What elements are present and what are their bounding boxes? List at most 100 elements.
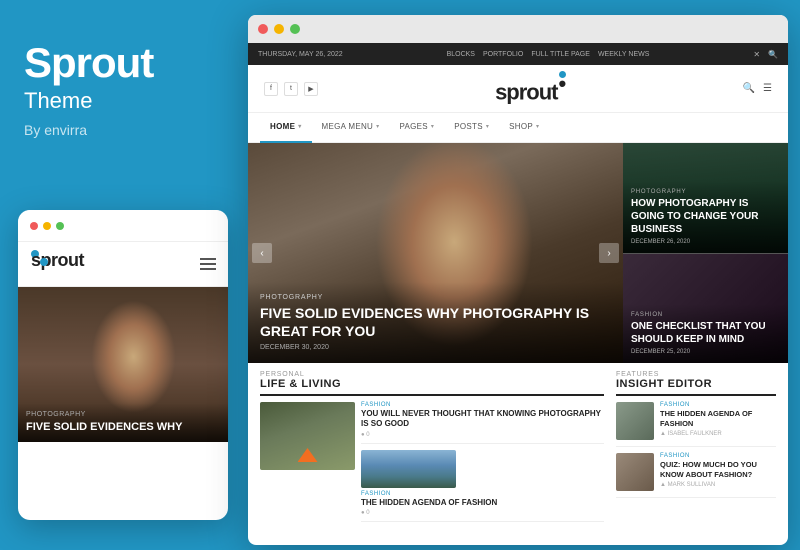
hamburger-icon[interactable] (200, 258, 216, 270)
topbar-nav-blocks[interactable]: BLOCKS (447, 51, 475, 58)
header-menu-icon[interactable]: ☰ (763, 83, 772, 94)
topbar-nav-weekly[interactable]: WEEKLY NEWS (598, 51, 649, 58)
mobile-dot-yellow (43, 222, 51, 230)
nav-item-shop[interactable]: SHOP ▾ (499, 113, 549, 143)
life-living-title: LIFE & LIVING (260, 378, 604, 396)
hero-side-date-2: DECEMBER 25, 2020 (631, 349, 780, 355)
ll-image-campfire (260, 402, 355, 470)
mobile-hero-title: FIVE SOLID EVIDENCES WHY (26, 420, 220, 434)
mobile-logo-dot (40, 258, 48, 266)
hero-side-card-2: FASHION ONE CHECKLIST THAT YOU SHOULD KE… (623, 254, 788, 364)
site-topbar: THURSDAY, MAY 26, 2022 BLOCKS PORTFOLIO … (248, 43, 788, 65)
ll-cat-2: FASHION (361, 491, 604, 497)
youtube-icon[interactable]: ▶ (304, 82, 318, 96)
hero-side-overlay-1: PHOTOGRAPHY HOW PHOTOGRAPHY IS GOING TO … (623, 181, 788, 253)
logo-dot: • (559, 71, 566, 78)
ll-articles: FASHION YOU WILL NEVER THOUGHT THAT KNOW… (361, 402, 604, 522)
brand-title: Sprout (24, 40, 224, 86)
hero-main-overlay: PHOTOGRAPHY FIVE SOLID EVIDENCES WHY PHO… (248, 282, 623, 363)
header-search-icon[interactable]: 🔍 (743, 83, 755, 94)
hero-main-category: PHOTOGRAPHY (260, 294, 611, 301)
nav-arrow-shop: ▾ (536, 123, 539, 130)
hero-main-date: DECEMBER 30, 2020 (260, 344, 611, 351)
window-titlebar (248, 15, 788, 43)
life-living-label: PERSONAL (260, 371, 604, 378)
nav-item-megamenu[interactable]: MEGA MENU ▾ (312, 113, 390, 143)
insight-cat-1: FASHION (660, 402, 776, 408)
nav-item-home[interactable]: HOME ▾ (260, 113, 312, 143)
topbar-nav-fulltitle[interactable]: FULL TITLE PAGE (531, 51, 590, 58)
mobile-hero-image: PHOTOGRAPHY FIVE SOLID EVIDENCES WHY (18, 287, 228, 442)
life-living-cards: FASHION YOU WILL NEVER THOUGHT THAT KNOW… (260, 402, 604, 522)
insight-articles: FASHION THE HIDDEN AGENDA OF FASHION ▲ I… (616, 402, 776, 498)
titlebar-dot-green[interactable] (290, 24, 300, 34)
social-icons: f t ▶ (264, 82, 318, 96)
hero-side-cat-2: FASHION (631, 312, 780, 318)
brand-by: By envirra (24, 122, 224, 138)
ll-title-2[interactable]: THE HIDDEN AGENDA OF FASHION (361, 498, 604, 508)
nav-item-pages[interactable]: PAGES ▾ (389, 113, 444, 143)
titlebar-dot-red[interactable] (258, 24, 268, 34)
insight-img-1 (616, 402, 654, 440)
nav-arrow-posts: ▾ (486, 123, 489, 130)
insight-author-1: ▲ ISABEL FAULKNER (660, 431, 776, 437)
header-right-icons: 🔍 ☰ (743, 83, 772, 94)
insight-article-title-2[interactable]: QUIZ: HOW MUCH DO YOU KNOW ABOUT FASHION… (660, 460, 776, 480)
nav-arrow-home: ▾ (298, 123, 301, 130)
life-living-section: PERSONAL LIFE & LIVING FASHION YOU WILL … (260, 371, 604, 522)
ll-cat-1: FASHION (361, 402, 604, 408)
mobile-dot-red (30, 222, 38, 230)
topbar-nav-portfolio[interactable]: PORTFOLIO (483, 51, 523, 58)
insight-article-title-1[interactable]: THE HIDDEN AGENDA OF FASHION (660, 409, 776, 429)
site-nav: HOME ▾ MEGA MENU ▾ PAGES ▾ POSTS ▾ SHOP … (248, 113, 788, 143)
mobile-hero-overlay: PHOTOGRAPHY FIVE SOLID EVIDENCES WHY (18, 403, 228, 442)
nav-arrow-pages: ▾ (431, 123, 434, 130)
mobile-topbar (18, 210, 228, 242)
insight-editor-section: FEATURES INSIGHT EDITOR FASHION THE HIDD… (616, 371, 776, 522)
ll-meta-1: ● 0 (361, 432, 604, 438)
mobile-hero-category: PHOTOGRAPHY (26, 411, 220, 418)
nav-item-posts[interactable]: POSTS ▾ (444, 113, 499, 143)
mobile-dot-green (56, 222, 64, 230)
topbar-icon-search[interactable]: 🔍 (768, 50, 778, 59)
mobile-header: sprout (18, 242, 228, 287)
hero-next-button[interactable]: › (599, 243, 619, 263)
topbar-date: THURSDAY, MAY 26, 2022 (258, 51, 343, 58)
mobile-logo: sprout (30, 250, 48, 278)
insight-content-1: FASHION THE HIDDEN AGENDA OF FASHION ▲ I… (660, 402, 776, 440)
insight-author-2: ▲ MARK SULLIVAN (660, 482, 776, 488)
titlebar-dot-yellow[interactable] (274, 24, 284, 34)
hero-side-card-1: PHOTOGRAPHY HOW PHOTOGRAPHY IS GOING TO … (623, 143, 788, 254)
site-header: f t ▶ sprout• 🔍 ☰ (248, 65, 788, 113)
insight-label: FEATURES (616, 371, 776, 378)
hero-section: ‹ › PHOTOGRAPHY FIVE SOLID EVIDENCES WHY… (248, 143, 788, 363)
hero-side-title-1: HOW PHOTOGRAPHY IS GOING TO CHANGE YOUR … (631, 197, 780, 236)
facebook-icon[interactable]: f (264, 82, 278, 96)
topbar-icon-x[interactable]: ✕ (753, 50, 760, 59)
insight-content-2: FASHION QUIZ: HOW MUCH DO YOU KNOW ABOUT… (660, 453, 776, 491)
insight-title: INSIGHT EDITOR (616, 378, 776, 396)
topbar-nav: BLOCKS PORTFOLIO FULL TITLE PAGE WEEKLY … (447, 51, 650, 58)
insight-img-2 (616, 453, 654, 491)
hero-prev-button[interactable]: ‹ (252, 243, 272, 263)
hero-side-date-1: DECEMBER 26, 2020 (631, 239, 780, 245)
hero-side-title-2: ONE CHECKLIST THAT YOU SHOULD KEEP IN MI… (631, 320, 780, 346)
brand-subtitle: Theme (24, 88, 224, 114)
ll-title-1[interactable]: YOU WILL NEVER THOUGHT THAT KNOWING PHOT… (361, 409, 604, 430)
hero-side-cat-1: PHOTOGRAPHY (631, 189, 780, 195)
mobile-window-dots (30, 222, 64, 230)
ll-article-1: FASHION YOU WILL NEVER THOUGHT THAT KNOW… (361, 402, 604, 444)
ll-meta-2: ● 0 (361, 510, 604, 516)
ll-article-2: FASHION THE HIDDEN AGENDA OF FASHION ● 0 (361, 450, 604, 522)
nav-arrow-megamenu: ▾ (376, 123, 379, 130)
ll-img-mountain-bg (361, 450, 456, 488)
insight-cat-2: FASHION (660, 453, 776, 459)
hero-main-card: ‹ › PHOTOGRAPHY FIVE SOLID EVIDENCES WHY… (248, 143, 623, 363)
ll-img-camp-bg (260, 402, 355, 470)
insight-article-2: FASHION QUIZ: HOW MUCH DO YOU KNOW ABOUT… (616, 453, 776, 498)
ll-image-mountain (361, 450, 456, 488)
topbar-right: ✕ 🔍 (753, 50, 778, 59)
left-panel: Sprout Theme By envirra sprout PHOTOGR (0, 0, 248, 550)
insight-article-1: FASHION THE HIDDEN AGENDA OF FASHION ▲ I… (616, 402, 776, 447)
twitter-icon[interactable]: t (284, 82, 298, 96)
